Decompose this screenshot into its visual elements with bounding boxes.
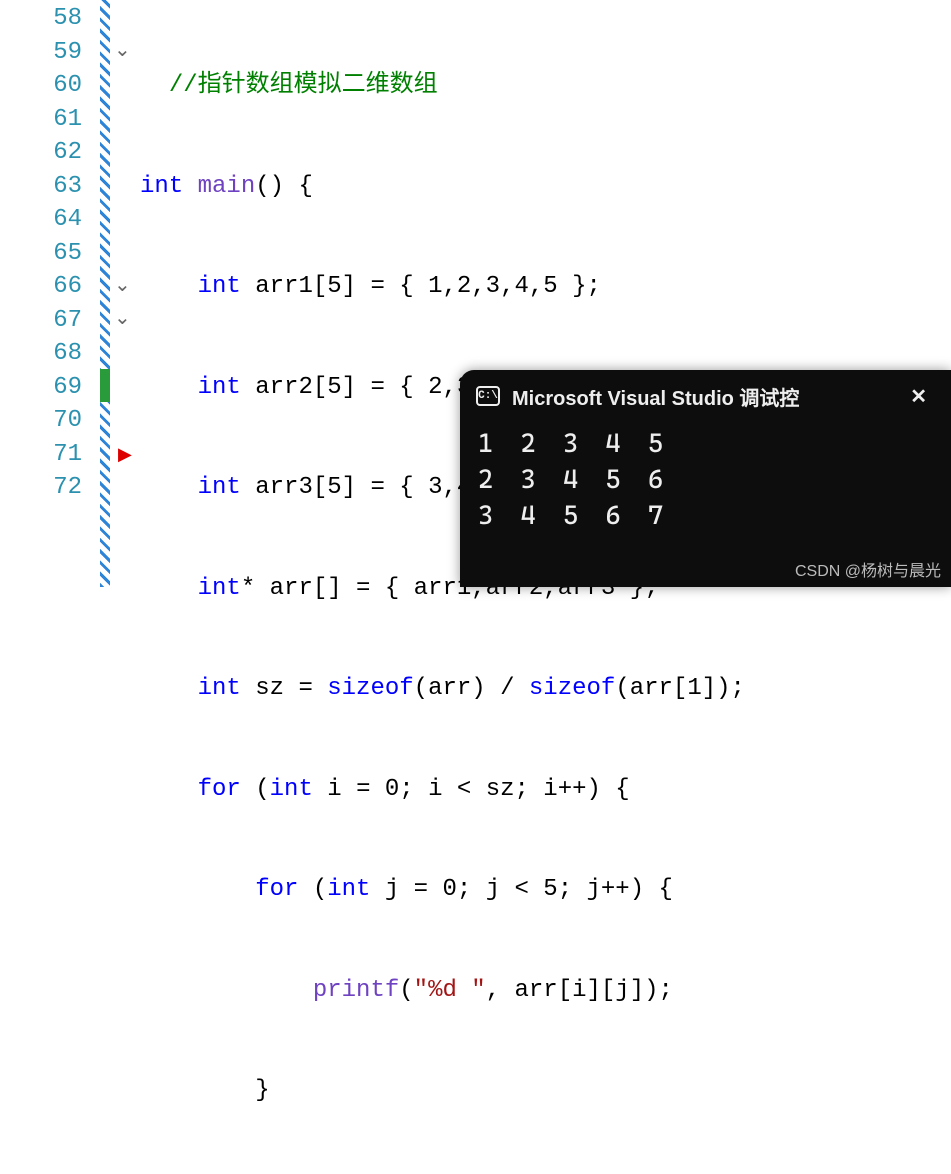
watermark: CSDN @杨树与晨光 bbox=[795, 557, 941, 581]
brace: } bbox=[255, 1077, 269, 1104]
line-number: 59 bbox=[0, 36, 82, 70]
line-number: 63 bbox=[0, 170, 82, 204]
code-text: () { bbox=[255, 173, 313, 200]
chevron-down-icon[interactable]: ⌄ bbox=[114, 305, 131, 331]
close-icon[interactable]: ✕ bbox=[902, 380, 935, 413]
line-number: 58 bbox=[0, 2, 82, 36]
keyword: int bbox=[140, 173, 183, 200]
line-number: 72 bbox=[0, 471, 82, 505]
line-number: 61 bbox=[0, 103, 82, 137]
chevron-down-icon[interactable]: ⌄ bbox=[114, 272, 131, 298]
keyword: int bbox=[198, 675, 241, 702]
console-row: 1 2 3 4 5 bbox=[478, 426, 933, 462]
line-number: 64 bbox=[0, 203, 82, 237]
keyword: for bbox=[198, 776, 241, 803]
line-number-gutter: 58 59 60 61 62 63 64 65 66 67 68 69 70 7… bbox=[0, 0, 100, 587]
code-text: , arr[i][j]); bbox=[486, 977, 673, 1004]
keyword: int bbox=[198, 273, 241, 300]
console-row: 2 3 4 5 6 bbox=[478, 462, 933, 498]
line-number: 66 bbox=[0, 270, 82, 304]
string: " bbox=[414, 977, 428, 1004]
line-number: 71 bbox=[0, 438, 82, 472]
code-text: [5] = { 1,2,3,4,5 }; bbox=[313, 273, 601, 300]
line-number: 60 bbox=[0, 69, 82, 103]
modified-marker bbox=[100, 369, 110, 403]
debug-console-window[interactable]: C:\ Microsoft Visual Studio 调试控 ✕ 1 2 3 … bbox=[460, 370, 951, 587]
identifier: arr1 bbox=[255, 273, 313, 300]
line-number: 65 bbox=[0, 237, 82, 271]
line-number: 70 bbox=[0, 404, 82, 438]
console-titlebar[interactable]: C:\ Microsoft Visual Studio 调试控 ✕ bbox=[460, 370, 951, 422]
line-number: 62 bbox=[0, 136, 82, 170]
code-text: sz = bbox=[255, 675, 327, 702]
keyword: sizeof bbox=[529, 675, 615, 702]
breakpoint-icon[interactable]: ▶ bbox=[118, 444, 132, 466]
keyword: int bbox=[198, 474, 241, 501]
code-text: ( bbox=[399, 977, 413, 1004]
code-text: ( bbox=[298, 876, 327, 903]
line-number: 68 bbox=[0, 337, 82, 371]
string: " bbox=[471, 977, 485, 1004]
string: %d bbox=[428, 977, 471, 1004]
function-name: printf bbox=[313, 977, 399, 1004]
comment-text: //指针数组模拟二维数组 bbox=[169, 72, 438, 99]
code-text: ( bbox=[241, 776, 270, 803]
keyword: int bbox=[270, 776, 313, 803]
code-text: (arr[1]); bbox=[615, 675, 745, 702]
identifier: arr3 bbox=[255, 474, 313, 501]
console-row: 3 4 5 6 7 bbox=[478, 498, 933, 534]
chevron-down-icon[interactable]: ⌄ bbox=[114, 37, 131, 63]
console-output: 1 2 3 4 5 2 3 4 5 6 3 4 5 6 7 bbox=[460, 422, 951, 538]
code-text: (arr) / bbox=[414, 675, 529, 702]
console-icon: C:\ bbox=[476, 386, 500, 406]
change-margin bbox=[100, 0, 110, 587]
fold-column: ⌄ ⌄ ⌄ ▶ bbox=[110, 0, 140, 587]
line-number: 67 bbox=[0, 304, 82, 338]
keyword: int bbox=[327, 876, 370, 903]
console-title: Microsoft Visual Studio 调试控 bbox=[512, 382, 799, 411]
keyword: for bbox=[255, 876, 298, 903]
function-name: main bbox=[198, 173, 256, 200]
keyword: sizeof bbox=[327, 675, 413, 702]
keyword: int bbox=[198, 575, 241, 602]
code-text: i = 0; i < sz; i++) { bbox=[313, 776, 630, 803]
identifier: arr2 bbox=[255, 374, 313, 401]
line-number: 69 bbox=[0, 371, 82, 405]
code-text: j = 0; j < 5; j++) { bbox=[370, 876, 672, 903]
keyword: int bbox=[198, 374, 241, 401]
